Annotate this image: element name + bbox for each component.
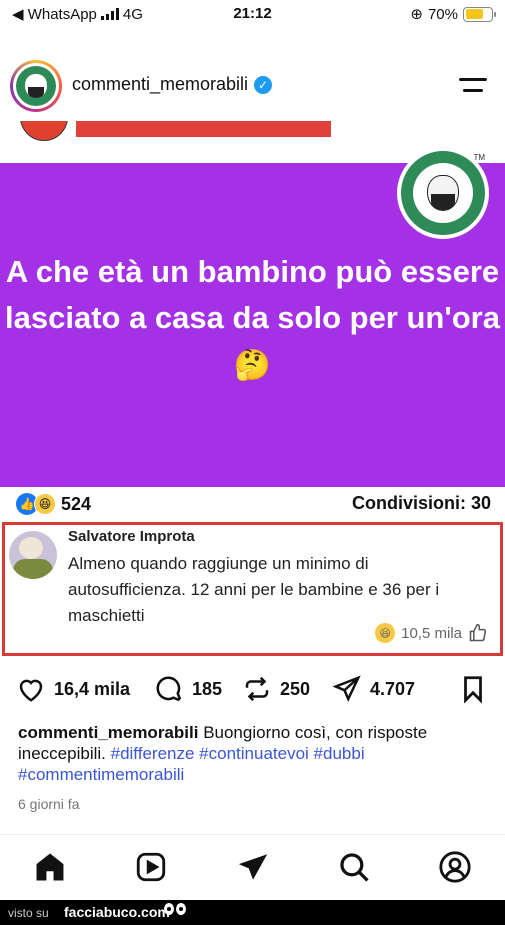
repost-button[interactable]: 250 <box>242 674 310 704</box>
post-image[interactable]: TM A che età un bambino può essere lasci… <box>0 121 505 656</box>
account-avatar[interactable] <box>10 60 62 112</box>
haha-reaction-icon: 😆 <box>375 623 396 643</box>
bottom-navigation <box>0 834 505 900</box>
account-name: commenti_memorabili <box>72 74 249 94</box>
profile-icon <box>439 851 471 883</box>
question-card: TM A che età un bambino può essere lasci… <box>0 147 505 487</box>
nav-reels[interactable] <box>133 849 169 885</box>
comment-text: Almeno quando raggiunge un minimo di aut… <box>68 554 440 625</box>
status-bar: ◀ WhatsApp 4G 21:12 ⊕ 70% <box>0 0 505 28</box>
home-icon <box>36 853 64 881</box>
comment-button[interactable]: 185 <box>154 674 222 704</box>
bookmark-icon <box>464 676 482 704</box>
battery-level <box>465 9 483 19</box>
eyes-icon <box>164 903 186 915</box>
reactions-summary[interactable]: 👍 😆 524 <box>16 493 91 515</box>
watermark-label: visto su <box>8 906 49 920</box>
nav-messages[interactable] <box>235 849 271 885</box>
post-stats: 👍 😆 524 Condivisioni: 30 <box>0 489 505 521</box>
verified-badge-icon: ✓ <box>254 75 273 94</box>
account-name-link[interactable]: commenti_memorabili ✓ <box>72 74 273 95</box>
nav-search[interactable] <box>336 849 372 885</box>
post-header: commenti_memorabili ✓ <box>0 50 505 120</box>
send-icon <box>332 675 361 703</box>
thumbs-up-icon <box>469 623 487 642</box>
commenter-name: Salvatore Improta <box>68 528 195 545</box>
likes-count: 16,4 mila <box>54 678 131 699</box>
thinking-emoji-icon: 🤔 <box>233 349 272 382</box>
hashtag[interactable]: #continuatevoi <box>199 744 309 763</box>
send-icon <box>238 854 268 880</box>
cropped-avatar <box>20 121 68 141</box>
menu-icon[interactable] <box>459 75 487 95</box>
battery-icon <box>463 6 496 22</box>
caption-username[interactable]: commenti_memorabili <box>18 723 198 742</box>
hashtag[interactable]: #dubbi <box>314 744 365 763</box>
watermark-footer: visto su facciabuco.com <box>0 900 505 925</box>
save-button[interactable] <box>458 674 488 704</box>
shares-count-action: 4.707 <box>370 678 416 699</box>
comment-icon <box>156 676 182 702</box>
post-timestamp: 6 giorni fa <box>18 796 80 812</box>
commenti-memorabili-logo <box>397 147 489 239</box>
battery-percentage: 70% <box>427 5 458 23</box>
action-bar: 16,4 mila 185 250 4.707 <box>0 668 505 712</box>
comment-likes-count: 10,5 mila <box>401 624 462 642</box>
question-text: A che età un bambino può essere lasciato… <box>5 254 500 335</box>
commenter-avatar <box>9 531 57 579</box>
nav-profile[interactable] <box>437 849 473 885</box>
orientation-lock-icon: ⊕ <box>410 6 423 23</box>
nav-home[interactable] <box>32 849 68 885</box>
hashtag[interactable]: #commentimemorabili <box>18 765 184 784</box>
haha-reaction-icon: 😆 <box>34 493 56 515</box>
watermark-site: facciabuco.com <box>64 904 170 920</box>
share-button[interactable]: 4.707 <box>332 674 415 704</box>
hashtag[interactable]: #differenze <box>111 744 195 763</box>
comments-count: 185 <box>192 678 223 699</box>
cropped-red-bar <box>76 121 331 137</box>
comment-reactions: 😆 10,5 mila <box>375 623 488 643</box>
reels-icon <box>136 852 166 882</box>
post-caption: commenti_memorabili Buongiorno così, con… <box>18 722 488 785</box>
repost-icon <box>245 676 269 702</box>
reactions-count: 524 <box>61 493 92 514</box>
like-button[interactable]: 16,4 mila <box>16 674 130 704</box>
shares-count: Condivisioni: 30 <box>351 493 491 513</box>
heart-icon <box>19 679 43 702</box>
reposts-count: 250 <box>280 678 311 699</box>
highlighted-comment: Salvatore Improta Almeno quando raggiung… <box>2 522 503 656</box>
search-icon <box>340 853 369 882</box>
